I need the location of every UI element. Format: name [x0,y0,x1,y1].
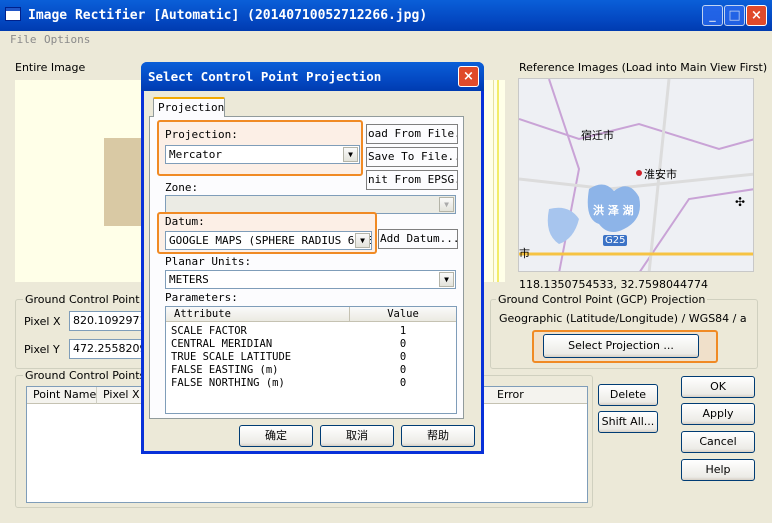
gcp-projection-value: Geographic (Latitude/Longitude) / WGS84 … [499,312,747,325]
planar-units-value: METERS [169,273,209,286]
view-divider[interactable] [493,80,505,282]
param-value: 0 [399,364,407,376]
chevron-down-icon: ▼ [439,272,454,287]
param-value: 0 [399,377,407,389]
maximize-button[interactable]: □ [724,5,745,26]
map-road-badge: G25 [603,235,628,246]
ok-button[interactable]: OK [681,376,755,398]
table-row[interactable]: CENTRAL MERIDIAN 0 [166,338,456,351]
planar-units-label: Planar Units: [165,255,252,268]
projection-select[interactable]: Mercator ▼ [165,145,360,164]
delete-button[interactable]: Delete [598,384,658,406]
dialog-help-button[interactable]: 帮助 [401,425,475,447]
param-name: TRUE SCALE LATITUDE [171,351,292,363]
parameters-header: Attribute Value [166,307,456,322]
pixel-x-input[interactable]: 820.10929715 [69,311,144,331]
table-row[interactable]: TRUE SCALE LATITUDE 0 [166,351,456,364]
city-marker-icon [636,170,642,176]
dialog-cancel-button[interactable]: 取消 [320,425,394,447]
pixel-y-label: Pixel Y [24,343,60,356]
param-value: 0 [399,338,407,350]
projection-label: Projection: [165,128,238,141]
minimize-button[interactable]: _ [702,5,723,26]
chevron-down-icon: ▼ [439,197,454,212]
table-row[interactable]: FALSE EASTING (m) 0 [166,364,456,377]
parameters-label: Parameters: [165,291,238,304]
datum-label: Datum: [165,215,205,228]
gcp-projection-label: Ground Control Point (GCP) Projection [496,293,708,306]
chevron-down-icon: ▼ [355,233,370,248]
save-to-file-button[interactable]: Save To File... [366,147,458,167]
table-row[interactable]: FALSE NORTHING (m) 0 [166,377,456,390]
app-window-icon [5,7,21,21]
parameters-rows: SCALE FACTOR 1 CENTRAL MERIDIAN 0 TRUE S… [166,322,456,390]
chevron-down-icon: ▼ [343,147,358,162]
datum-select-value: GOOGLE MAPS (SPHERE RADIUS 6378 [169,234,372,247]
shift-all-button[interactable]: Shift All... [598,411,658,433]
load-from-file-button[interactable]: oad From File.. [366,124,458,144]
map-label-hongze-lake: 洪 泽 湖 [593,204,634,217]
param-value: 0 [399,351,407,363]
menu-options[interactable]: Options [44,33,90,46]
menubar [0,31,772,49]
apply-button[interactable]: Apply [681,403,755,425]
tab-projection[interactable]: Projection [153,97,225,117]
entire-image-label: Entire Image [15,61,86,74]
param-name: SCALE FACTOR [171,325,247,337]
cancel-button[interactable]: Cancel [681,431,755,453]
zone-label: Zone: [165,181,199,194]
projection-select-value: Mercator [169,148,222,161]
map-edge-label: 市 [519,247,530,260]
param-value: 1 [399,325,407,337]
map-label-huaian: 淮安市 [644,168,677,181]
reference-coords: 118.1350754533, 32.7598044774 [519,278,708,291]
table-row[interactable]: SCALE FACTOR 1 [166,325,456,338]
menu-file[interactable]: File [10,33,37,46]
init-from-epsg-button[interactable]: nit From EPSG.. [366,170,458,190]
view-splitter-line [497,80,499,282]
add-datum-button[interactable]: Add Datum... [378,229,458,249]
param-name: CENTRAL MERIDIAN [171,338,273,350]
map-label-suqian: 宿迁市 [581,129,614,142]
reference-images-label: Reference Images (Load into Main View Fi… [519,61,768,74]
map-edge-marker-icon: ✣ [735,195,746,209]
col-pixel-x[interactable]: Pixel X [97,387,143,404]
col-value[interactable]: Value [350,307,456,321]
pixel-x-label: Pixel X [24,315,61,328]
pixel-y-input[interactable]: 472.25582099 [69,339,144,359]
planar-units-select[interactable]: METERS ▼ [165,270,456,289]
datum-select[interactable]: GOOGLE MAPS (SPHERE RADIUS 6378 ▼ [165,231,372,250]
close-button[interactable]: × [746,5,767,26]
dialog-title: Select Control Point Projection [148,69,382,84]
col-attribute[interactable]: Attribute [166,307,350,321]
col-point-name[interactable]: Point Name [27,387,97,404]
window-title: Image Rectifier [Automatic] (20140710052… [28,8,428,23]
param-name: FALSE EASTING (m) [171,364,279,376]
parameters-table[interactable]: Attribute Value SCALE FACTOR 1 CENTRAL M… [165,306,457,414]
dialog-close-button[interactable]: × [458,66,479,87]
select-projection-button[interactable]: Select Projection ... [543,334,699,358]
dialog-ok-button[interactable]: 确定 [239,425,313,447]
param-name: FALSE NORTHING (m) [171,377,285,389]
help-button[interactable]: Help [681,459,755,481]
reference-map[interactable]: 宿迁市 淮安市 洪 泽 湖 G25 市 ✣ [518,78,754,272]
